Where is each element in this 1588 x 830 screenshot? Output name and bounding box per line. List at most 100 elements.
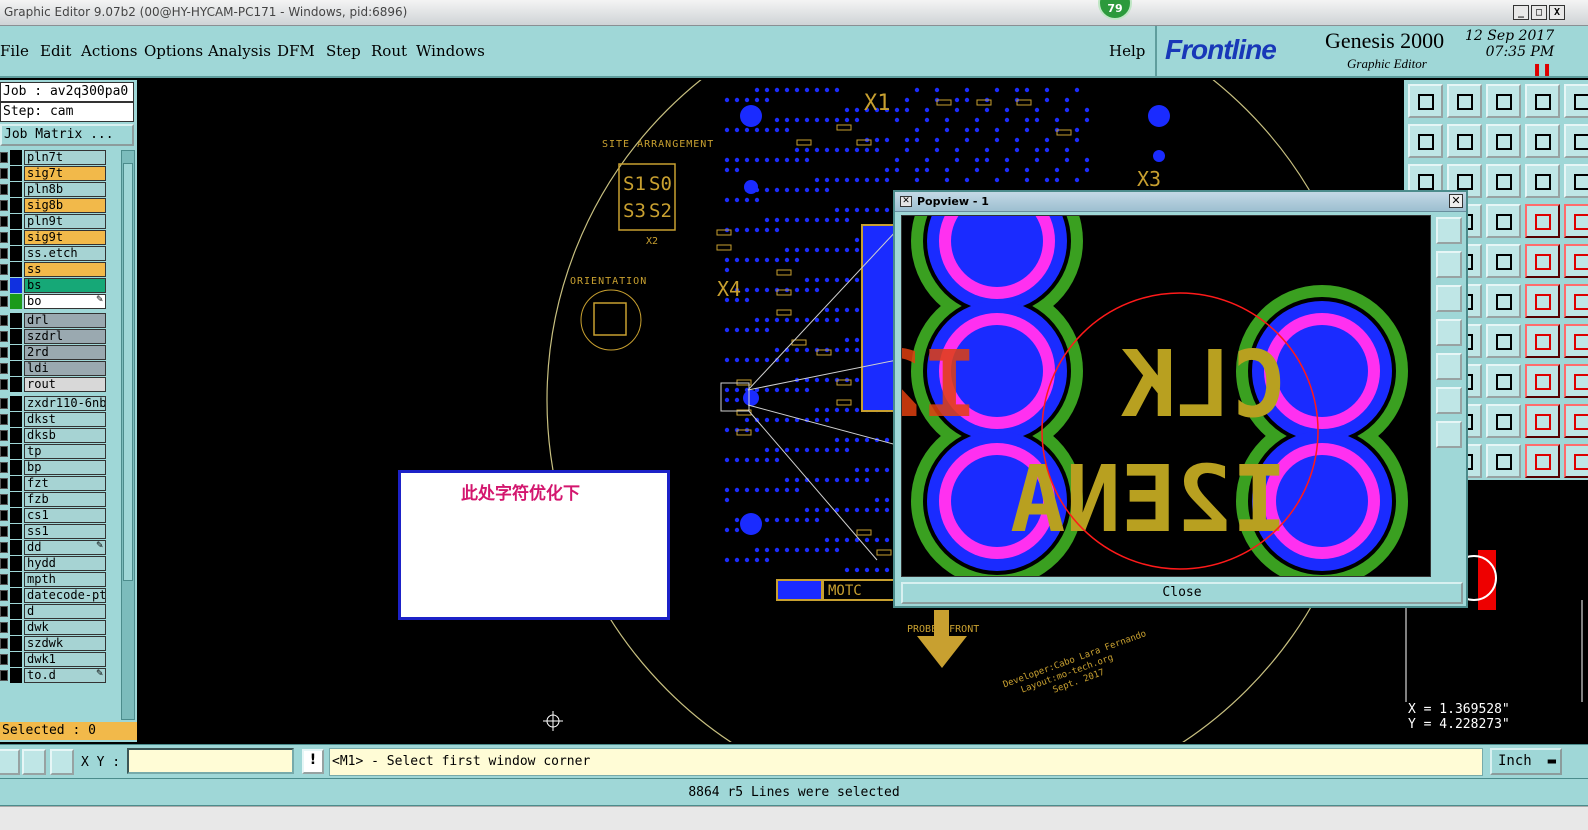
layer-name[interactable]: tp [24,444,106,459]
layer-name[interactable]: ss1 [24,524,106,539]
menu-rout[interactable]: Rout [371,42,407,60]
layer-color-swatch[interactable] [10,668,22,683]
zoom-window-icon[interactable] [1525,284,1560,318]
popview-titlebar[interactable]: ✕ Popview - 1 ✕ [895,192,1466,212]
measure-ruler-icon[interactable] [1486,204,1521,238]
layer-row[interactable]: zxdr110-6nb [0,396,120,411]
layer-checkbox[interactable] [0,248,8,259]
popview-close-icon[interactable]: ✕ [1449,194,1463,208]
layer-row[interactable]: fzb [0,492,120,507]
layer-name[interactable]: dwk1 [24,652,106,667]
layer-checkbox[interactable] [0,363,8,374]
layer-row[interactable]: mpth [0,572,120,587]
popview-tool-right-icon[interactable] [1436,353,1462,380]
pad-icon[interactable] [1525,204,1560,238]
layer-color-swatch[interactable] [10,396,22,411]
layer-row[interactable]: sig7t [0,166,120,181]
menu-analysis[interactable]: Analysis [208,42,271,60]
point-icon[interactable] [1564,404,1588,438]
layer-checkbox[interactable] [0,494,8,505]
popview-tool-up-icon[interactable] [1436,251,1462,278]
layer-row[interactable]: d [0,604,120,619]
layer-row[interactable]: dkst [0,412,120,427]
pan-right-icon[interactable] [1447,124,1482,158]
grid-icon[interactable] [1564,364,1588,398]
layer-row[interactable]: szdwk [0,636,120,651]
draw-line-icon[interactable] [22,749,46,775]
maximize-button[interactable]: □ [1531,5,1547,20]
layer-name[interactable]: szdrl [24,329,106,344]
layer-row[interactable]: to.d ✎ [0,668,120,683]
scale-icon[interactable] [1486,164,1521,198]
layer-row[interactable]: ss1 [0,524,120,539]
popview-menu-icon[interactable]: ✕ [900,196,912,207]
pad-icon[interactable] [1525,404,1560,438]
layer-row[interactable]: datecode-pt [0,588,120,603]
zoom-in-icon[interactable] [1486,84,1521,118]
pause-icon[interactable]: ❚❚ [1532,62,1552,76]
layer-checkbox[interactable] [0,446,8,457]
snap-icon[interactable] [1564,324,1588,358]
layer-checkbox[interactable] [0,168,8,179]
layer-row[interactable]: dksb [0,428,120,443]
layer-name[interactable]: ss.etch [24,246,106,261]
layer-checkbox[interactable] [0,232,8,243]
layer-row[interactable]: sig9t [0,230,120,245]
job-field[interactable]: Job : av2q300pa0 [0,82,134,102]
layer-checkbox[interactable] [0,670,8,681]
help-icon[interactable] [1525,364,1560,398]
redo-icon[interactable] [1525,324,1560,358]
layer-checkbox[interactable] [0,462,8,473]
menu-options[interactable]: Options [144,42,203,60]
menu-actions[interactable]: Actions [81,42,137,60]
layer-checkbox[interactable] [0,558,8,569]
layer-row[interactable]: 2rd [0,345,120,360]
pan-left-icon[interactable] [1408,124,1443,158]
layer-name[interactable]: drl [24,313,106,328]
layer-checkbox[interactable] [0,590,8,601]
layer-color-swatch[interactable] [10,345,22,360]
layer-checkbox[interactable] [0,152,8,163]
redo-icon[interactable] [1525,124,1560,158]
menu-step[interactable]: Step [326,42,361,60]
job-matrix-button[interactable]: Job Matrix ... [0,124,134,146]
layer-name[interactable]: bo [24,294,106,309]
zoom-home-icon[interactable] [1408,84,1443,118]
red-sym-icon[interactable] [1564,244,1588,278]
red-sym-icon[interactable] [1564,444,1588,478]
layer-name[interactable]: fzb [24,492,106,507]
layer-color-swatch[interactable] [10,262,22,277]
layer-checkbox[interactable] [0,638,8,649]
layer-row[interactable]: drl [0,313,120,328]
layer-name[interactable]: dksb [24,428,106,443]
layer-color-swatch[interactable] [10,246,22,261]
layer-row[interactable]: cs1 [0,508,120,523]
layer-color-swatch[interactable] [10,214,22,229]
xy-input[interactable] [127,748,294,774]
scrollbar-thumb[interactable] [123,163,133,581]
layer-color-swatch[interactable] [10,182,22,197]
layer-row[interactable]: tp [0,444,120,459]
layer-checkbox[interactable] [0,379,8,390]
layer-name[interactable]: sig9t [24,230,106,245]
layer-checkbox[interactable] [0,200,8,211]
layer-row[interactable]: ss [0,262,120,277]
layer-color-swatch[interactable] [10,460,22,475]
layer-color-swatch[interactable] [10,377,22,392]
menu-file[interactable]: File [0,42,29,60]
layer-checkbox[interactable] [0,622,8,633]
layer-row[interactable]: dwk [0,620,120,635]
red-arrow-icon[interactable] [1486,244,1521,278]
layer-checkbox[interactable] [0,315,8,326]
zoom-up-icon[interactable] [1447,84,1482,118]
layer-checkbox[interactable] [0,430,8,441]
red-text-icon[interactable] [1525,444,1560,478]
layer-row[interactable]: szdrl [0,329,120,344]
layer-name[interactable]: cs1 [24,508,106,523]
layer-name[interactable]: pln8b [24,182,106,197]
zoom-window-icon[interactable] [1525,84,1560,118]
measure-icon[interactable] [0,749,20,775]
layer-color-swatch[interactable] [10,361,22,376]
layer-name[interactable]: pln9t [24,214,106,229]
layer-name[interactable]: ss [24,262,106,277]
